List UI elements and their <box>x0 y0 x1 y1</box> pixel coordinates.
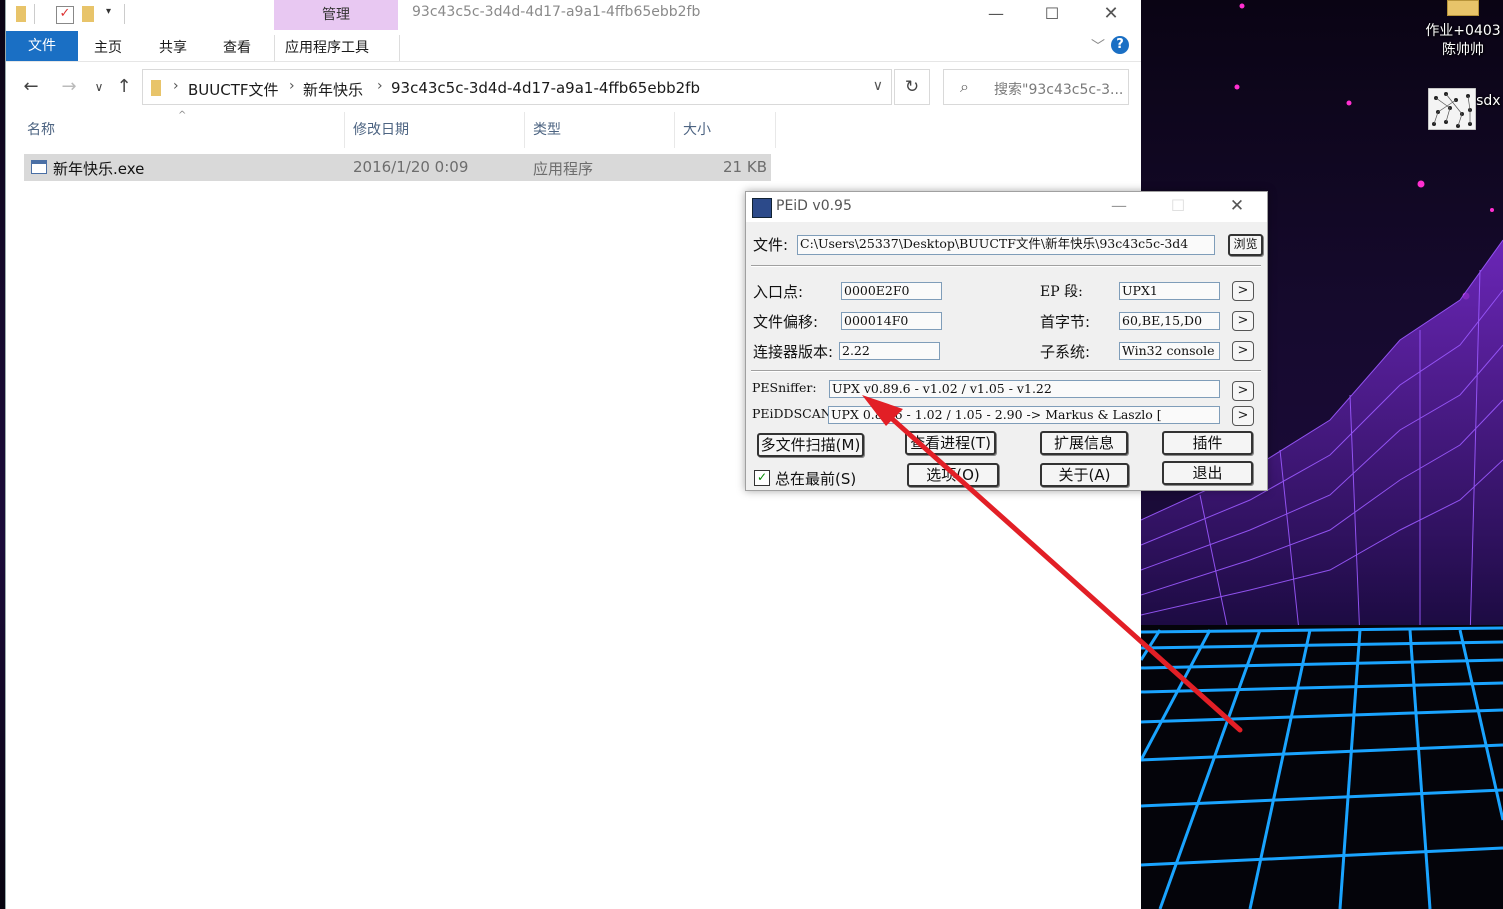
subsystem-field[interactable]: Win32 console <box>1119 342 1220 360</box>
minimize-button[interactable]: — <box>1104 196 1134 215</box>
search-icon: ⌕ <box>960 77 969 96</box>
folder-icon <box>16 6 26 22</box>
first-bytes-arrow-button[interactable]: > <box>1232 311 1254 331</box>
tab-application-tools[interactable]: 应用程序工具 <box>274 35 400 61</box>
title-bar[interactable]: ✓ ▾ 管理 93c43c5c-3d4d-4d17-a9a1-4ffb65ebb… <box>6 0 1141 30</box>
breadcrumb-separator-icon: › <box>377 78 383 94</box>
breadcrumb-item[interactable]: 新年快乐 <box>303 79 363 100</box>
visio-file-icon <box>1428 88 1476 130</box>
multi-file-scan-button[interactable]: 多文件扫描(M) <box>757 433 864 457</box>
divider <box>751 265 1261 267</box>
peiddscan-arrow-button[interactable]: > <box>1232 406 1254 426</box>
expand-ribbon-icon[interactable]: ﹀ <box>1091 36 1105 56</box>
peiddscan-field[interactable]: UPX 0.89.6 - 1.02 / 1.05 - 2.90 -> Marku… <box>828 406 1220 424</box>
manage-tab[interactable]: 管理 <box>274 0 398 30</box>
new-folder-icon[interactable] <box>82 6 94 22</box>
file-path-field[interactable]: C:\Users\25337\Desktop\BUUCTF文件\新年快乐\93c… <box>797 235 1215 255</box>
file-row[interactable]: 新年快乐.exe 2016/1/20 0:09 应用程序 21 KB <box>24 154 771 181</box>
column-header-name[interactable]: 名称 <box>19 112 345 148</box>
exit-button[interactable]: 退出 <box>1162 461 1253 485</box>
customize-quick-access-icon[interactable]: ▾ <box>106 6 111 17</box>
file-offset-label: 文件偏移: <box>753 313 819 331</box>
breadcrumb-item[interactable]: 93c43c5c-3d4d-4d17-a9a1-4ffb65ebb2fb <box>391 79 700 97</box>
ep-section-label: EP 段: <box>1040 284 1083 300</box>
properties-check-icon[interactable]: ✓ <box>56 6 74 24</box>
breadcrumb-separator-icon: › <box>289 78 295 94</box>
ribbon-tabs: 文件 主页 共享 查看 应用程序工具 ﹀ ? <box>6 30 1141 62</box>
tab-share[interactable]: 共享 <box>149 35 197 61</box>
first-bytes-field[interactable]: 60,BE,15,D0 <box>1119 312 1220 330</box>
extended-info-button[interactable]: 扩展信息 <box>1040 431 1128 455</box>
minimize-button[interactable]: — <box>973 2 1019 28</box>
file-size: 21 KB <box>723 158 767 176</box>
pesniffer-field[interactable]: UPX v0.89.6 - v1.02 / v1.05 - v1.22 <box>829 380 1220 398</box>
subsystem-label: 子系统: <box>1040 343 1091 361</box>
column-header-type[interactable]: 类型 <box>525 112 675 148</box>
maximize-button[interactable]: ☐ <box>1029 2 1075 28</box>
pesniffer-label: PESniffer: <box>752 380 817 395</box>
recent-locations-chevron-icon[interactable]: ∨ <box>88 80 110 94</box>
window-title: 93c43c5c-3d4d-4d17-a9a1-4ffb65ebb2fb <box>412 4 701 20</box>
always-on-top-label[interactable]: 总在最前(S) <box>775 468 856 489</box>
plugins-button[interactable]: 插件 <box>1162 431 1253 455</box>
refresh-icon[interactable]: ↻ <box>894 69 930 105</box>
tab-view[interactable]: 查看 <box>213 35 261 61</box>
column-header-size[interactable]: 大小 <box>675 112 776 148</box>
peid-title: PEiD v0.95 <box>776 198 852 214</box>
desktop-icon-label: 作业+0403 <box>1425 23 1501 39</box>
folder-icon <box>151 80 161 96</box>
peid-window: PEiD v0.95 — ☐ ✕ 文件: C:\Users\25337\Desk… <box>745 191 1268 491</box>
subsystem-arrow-button[interactable]: > <box>1232 341 1254 361</box>
address-bar[interactable]: › BUUCTF文件 › 新年快乐 › 93c43c5c-3d4d-4d17-a… <box>142 69 892 105</box>
search-placeholder: 搜索"93c43c5c-3... <box>994 82 1124 98</box>
entry-point-field[interactable]: 0000E2F0 <box>841 282 942 300</box>
file-offset-field[interactable]: 000014F0 <box>841 312 942 330</box>
peid-title-bar[interactable]: PEiD v0.95 — ☐ ✕ <box>746 192 1267 222</box>
linker-version-field[interactable]: 2.22 <box>839 342 940 360</box>
file-modified: 2016/1/20 0:09 <box>353 158 469 176</box>
desktop-icon-label: 陈帅帅 <box>1442 42 1484 58</box>
address-dropdown-icon[interactable]: ∨ <box>873 78 883 94</box>
always-on-top-checkbox[interactable]: ✓ <box>754 470 770 486</box>
tab-file[interactable]: 文件 <box>6 31 78 61</box>
maximize-button[interactable]: ☐ <box>1163 196 1193 215</box>
pesniffer-arrow-button[interactable]: > <box>1232 381 1254 401</box>
desktop-icon-homework[interactable]: 作业+0403 陈帅帅 <box>1418 0 1503 60</box>
file-type: 应用程序 <box>533 160 594 178</box>
file-name: 新年快乐.exe <box>53 160 145 178</box>
column-header-modified[interactable]: 修改日期 <box>345 112 525 148</box>
entry-point-label: 入口点: <box>753 283 804 301</box>
folder-icon <box>1447 0 1479 16</box>
search-input[interactable]: ⌕ 搜索"93c43c5c-3... <box>943 69 1129 105</box>
browse-button[interactable]: 浏览 <box>1228 234 1263 256</box>
options-button[interactable]: 选项(O) <box>907 463 999 487</box>
peid-logo-icon <box>752 198 772 218</box>
about-button[interactable]: 关于(A) <box>1040 463 1129 487</box>
first-bytes-label: 首字节: <box>1040 313 1091 331</box>
peiddscan-label: PEiDDSCAN: <box>752 406 836 421</box>
close-button[interactable]: ✕ <box>1088 2 1134 28</box>
file-label: 文件: <box>753 236 789 254</box>
desktop-icon-vsdx[interactable]: 计网.vsdx <box>1428 88 1503 130</box>
navigation-bar: ← → ∨ ↑ › BUUCTF文件 › 新年快乐 › 93c43c5c-3d4… <box>6 62 1141 112</box>
ep-section-arrow-button[interactable]: > <box>1232 281 1254 301</box>
forward-arrow-icon[interactable]: → <box>58 76 80 97</box>
close-button[interactable]: ✕ <box>1222 196 1252 216</box>
up-arrow-icon[interactable]: ↑ <box>113 76 135 97</box>
ep-section-field[interactable]: UPX1 <box>1119 282 1220 300</box>
back-arrow-icon[interactable]: ← <box>20 76 42 97</box>
linker-version-label: 连接器版本: <box>753 343 834 361</box>
tab-home[interactable]: 主页 <box>84 35 132 61</box>
breadcrumb-separator-icon: › <box>173 78 179 94</box>
divider <box>751 370 1261 372</box>
help-icon[interactable]: ? <box>1111 36 1129 54</box>
view-process-button[interactable]: 查看进程(T) <box>905 431 996 455</box>
exe-file-icon <box>31 160 47 174</box>
breadcrumb-item[interactable]: BUUCTF文件 <box>188 79 279 100</box>
